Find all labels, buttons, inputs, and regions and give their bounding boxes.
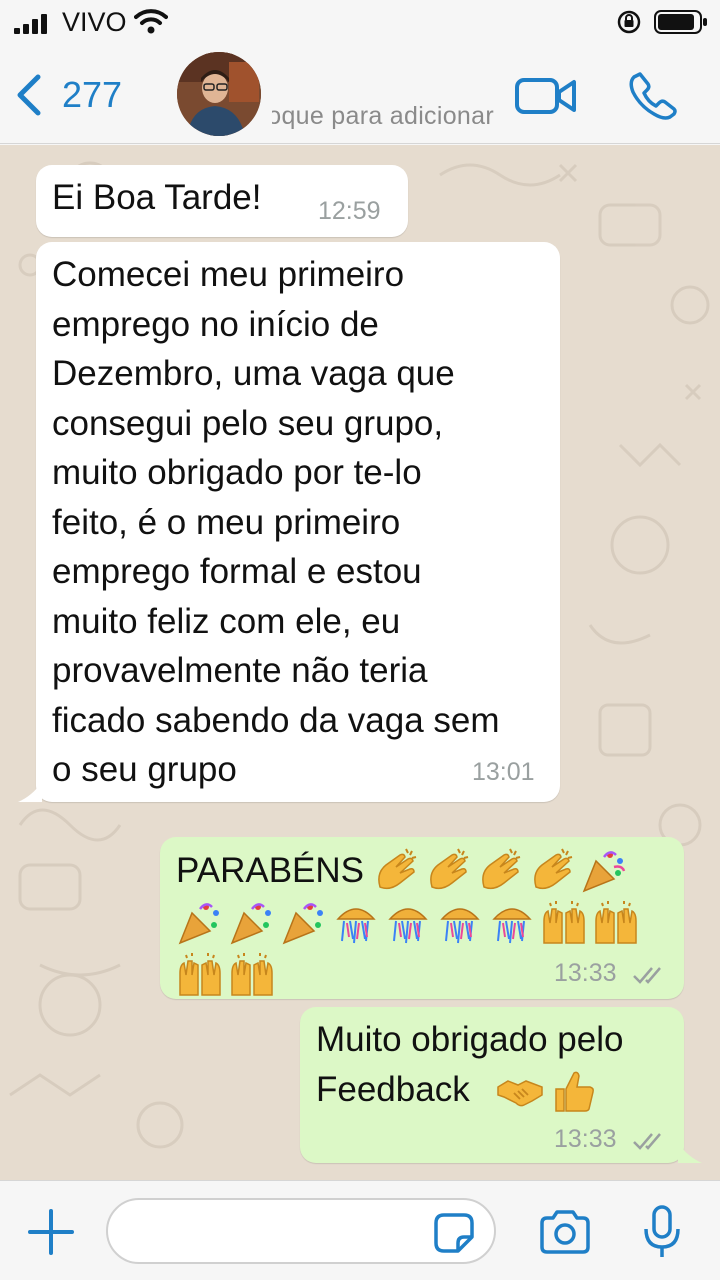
chat-header: 277 toque para adicionar a [0,44,720,144]
confetti-ball-icon [440,908,480,944]
sticker-icon[interactable] [432,1211,476,1255]
chevron-left-icon [17,74,41,116]
clapping-hands-icon [534,848,573,890]
unread-count: 277 [62,74,123,115]
plus-icon[interactable] [26,1207,76,1257]
avatar-photo [177,52,261,136]
message-text: PARABÉNS [176,851,365,891]
message-time: 13:33 [554,959,617,987]
orientation-lock-icon [617,10,641,34]
message-bubble-incoming[interactable]: Comecei meu primeiro emprego no início d… [36,242,560,802]
avatar[interactable] [177,52,261,136]
double-check-icon [633,967,661,984]
party-popper-icon [582,851,626,893]
header-subtitle[interactable]: toque para adicionar a [272,102,498,136]
phone-call-icon[interactable] [628,70,678,120]
status-bar: VIVO [0,0,720,44]
party-popper-icon [282,903,323,945]
emoji-line: PARABÉNS [176,845,644,897]
message-text: Comecei meu primeiro emprego no início d… [52,255,500,789]
message-text: Ei Boa Tarde! [52,178,262,217]
confetti-ball-icon [492,908,532,944]
bubble-tail [18,782,42,802]
input-bar [0,1180,720,1280]
microphone-icon[interactable] [642,1205,682,1261]
emoji-line [176,897,644,949]
raising-hands-icon [543,901,585,944]
party-popper-icon [178,903,219,945]
message-time: 13:01 [472,758,535,786]
raising-hands-icon [179,953,221,996]
bubble-tail [678,1143,702,1163]
party-popper-icon [230,903,271,945]
raising-hands-icon [231,953,273,996]
video-call-icon[interactable] [514,74,578,118]
clapping-hands-icon [430,848,469,890]
handshake-icon [497,1080,543,1107]
chat-area[interactable]: Ei Boa Tarde! 12:59 Comecei meu primeiro… [0,145,720,1180]
confetti-ball-icon [388,908,428,944]
confetti-ball-icon [336,908,376,944]
message-time: 13:33 [554,1125,617,1153]
emoji-line [496,1067,600,1115]
double-check-icon [633,1133,661,1150]
clapping-hands-icon [378,848,417,890]
back-button[interactable]: 277 [14,72,122,118]
camera-icon[interactable] [538,1209,592,1255]
message-bubble-outgoing[interactable]: PARABÉNS 13:33 [160,837,684,999]
battery-icon [654,10,707,34]
signal-strength-icon [14,14,54,34]
raising-hands-icon [595,901,637,944]
message-bubble-outgoing[interactable]: Muito obrigado pelo Feedback 13:33 [300,1007,684,1163]
thumbs-up-icon [555,1071,594,1112]
wifi-icon [134,9,168,34]
carrier-name: VIVO [62,7,127,37]
message-bubble-incoming[interactable]: Ei Boa Tarde! 12:59 [36,165,408,237]
message-time: 12:59 [318,197,381,225]
clapping-hands-icon [482,848,521,890]
